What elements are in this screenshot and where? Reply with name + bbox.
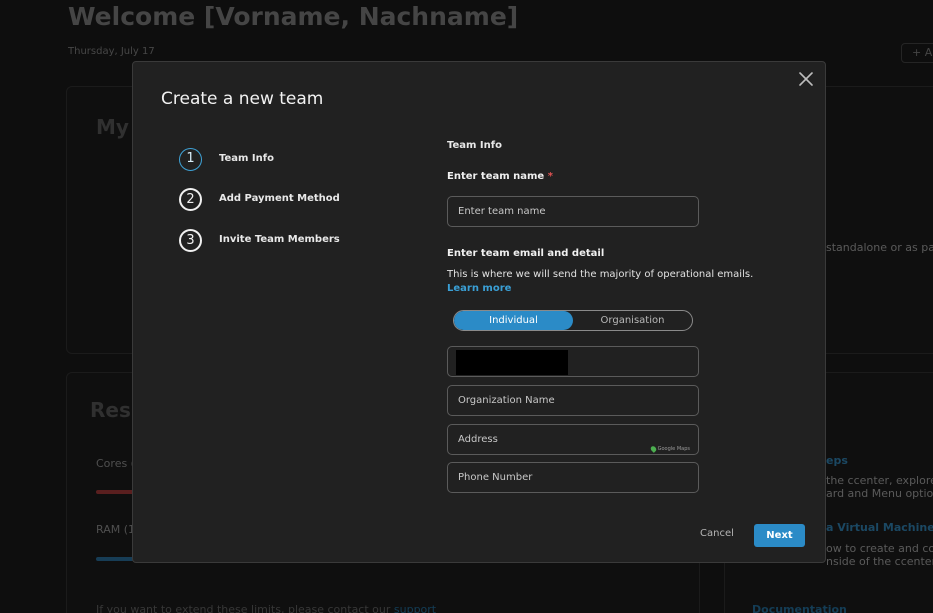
section-title: Team Info (447, 140, 502, 151)
address-placeholder: Address (458, 434, 498, 445)
next-button[interactable]: Next (754, 524, 805, 547)
map-pin-icon (649, 444, 657, 453)
modal-title: Create a new team (161, 89, 324, 109)
learn-more-link[interactable]: Learn more (447, 283, 511, 294)
required-mark: * (547, 171, 553, 182)
organization-name-input[interactable]: Organization Name (447, 385, 699, 416)
cancel-button[interactable]: Cancel (699, 524, 735, 544)
phone-number-placeholder: Phone Number (458, 472, 533, 483)
step-team-info[interactable]: 1 Team Info (179, 148, 379, 172)
step-number: 2 (179, 188, 202, 211)
redacted-input[interactable] (447, 346, 699, 377)
toggle-organisation[interactable]: Organisation (573, 311, 692, 330)
organization-name-placeholder: Organization Name (458, 395, 555, 406)
step-invite-team-members[interactable]: 3 Invite Team Members (179, 229, 379, 253)
phone-number-input[interactable]: Phone Number (447, 462, 699, 493)
step-number: 3 (179, 229, 202, 252)
email-description: This is where we will send the majority … (447, 269, 754, 280)
address-input[interactable]: Address Google Maps (447, 424, 699, 455)
step-label: Add Payment Method (219, 193, 340, 204)
step-label: Invite Team Members (219, 234, 340, 245)
email-section-label: Enter team email and detail (447, 248, 605, 259)
step-add-payment-method[interactable]: 2 Add Payment Method (179, 188, 379, 212)
account-type-toggle: Individual Organisation (453, 310, 693, 331)
close-button[interactable] (797, 70, 815, 88)
step-label: Team Info (219, 153, 274, 164)
step-number: 1 (179, 148, 202, 171)
close-icon (799, 72, 813, 86)
redacted-block (456, 350, 568, 375)
team-name-placeholder: Enter team name (458, 206, 546, 217)
google-maps-badge: Google Maps (649, 435, 690, 464)
team-name-input[interactable]: Enter team name (447, 196, 699, 227)
toggle-individual[interactable]: Individual (454, 311, 573, 330)
team-name-label: Enter team name * (447, 171, 553, 182)
create-team-modal: Create a new team 1 Team Info 2 Add Paym… (132, 61, 826, 563)
